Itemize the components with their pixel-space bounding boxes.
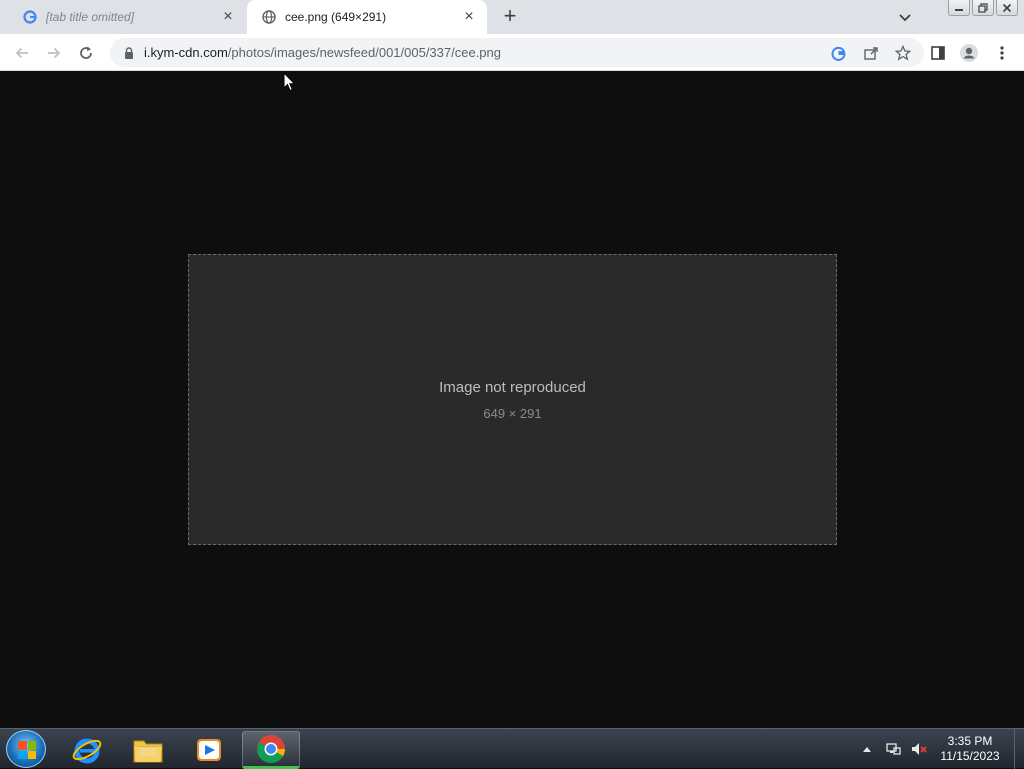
image-size-label: 649 × 291	[483, 405, 542, 421]
chrome-icon[interactable]	[242, 731, 300, 769]
show-desktop-button[interactable]	[1014, 729, 1024, 769]
windows-logo-icon	[18, 741, 36, 759]
kebab-menu-icon[interactable]	[991, 42, 1013, 64]
google-g-icon	[22, 9, 38, 25]
image-placeholder: Image not reproduced 649 × 291	[188, 254, 837, 545]
url-host: i.kym-cdn.com	[144, 45, 228, 60]
media-player-icon[interactable]	[180, 731, 238, 769]
network-icon[interactable]	[884, 740, 902, 758]
tab-title: cee.png (649×291)	[285, 10, 387, 24]
restore-icon[interactable]	[972, 0, 994, 16]
new-tab-button[interactable]: +	[499, 5, 521, 27]
volume-muted-icon[interactable]	[910, 740, 928, 758]
reload-icon[interactable]	[75, 42, 97, 64]
chevron-down-icon[interactable]	[895, 7, 915, 27]
address-bar[interactable]: i.kym-cdn.com/photos/images/newsfeed/001…	[110, 38, 924, 67]
tab-cee-png[interactable]: cee.png (649×291) ×	[247, 0, 487, 34]
lock-icon[interactable]	[122, 46, 136, 60]
clock[interactable]: 3:35 PM 11/15/2023	[936, 734, 1004, 764]
share-icon[interactable]	[862, 44, 880, 62]
placeholder-label: Image not reproduced	[439, 378, 586, 396]
profile-avatar-icon[interactable]	[958, 42, 980, 64]
clock-date: 11/15/2023	[940, 749, 1000, 763]
back-arrow-icon[interactable]	[11, 42, 33, 64]
page-viewport: Image not reproduced 649 × 291	[0, 71, 1024, 728]
tab-strip: [tab title omitted] × cee.png (649×291) …	[0, 0, 1024, 34]
bookmark-star-icon[interactable]	[894, 44, 912, 62]
window-controls	[948, 0, 1018, 16]
taskbar: 3:35 PM 11/15/2023	[0, 728, 1024, 769]
tab-google-search[interactable]: [tab title omitted] ×	[8, 0, 246, 34]
close-icon[interactable]: ×	[461, 9, 477, 25]
url-text[interactable]: i.kym-cdn.com/photos/images/newsfeed/001…	[144, 45, 501, 60]
system-tray: 3:35 PM 11/15/2023	[858, 729, 1024, 769]
clock-time: 3:35 PM	[947, 734, 993, 748]
close-icon[interactable]: ×	[220, 9, 236, 25]
tab-title: [tab title omitted]	[46, 10, 135, 24]
google-lens-icon[interactable]	[830, 44, 848, 62]
mouse-cursor-icon	[283, 71, 297, 92]
browser-toolbar: i.kym-cdn.com/photos/images/newsfeed/001…	[0, 34, 1024, 71]
start-button[interactable]	[6, 730, 46, 768]
globe-icon	[261, 9, 277, 25]
forward-arrow-icon[interactable]	[43, 42, 65, 64]
show-hidden-icons-icon[interactable]	[858, 740, 876, 758]
internet-explorer-icon[interactable]	[58, 731, 116, 769]
url-path: /photos/images/newsfeed/001/005/337/cee.…	[227, 45, 501, 60]
file-explorer-icon[interactable]	[119, 731, 177, 769]
close-window-icon[interactable]	[996, 0, 1018, 16]
minimize-icon[interactable]	[948, 0, 970, 16]
side-panel-icon[interactable]	[927, 42, 949, 64]
